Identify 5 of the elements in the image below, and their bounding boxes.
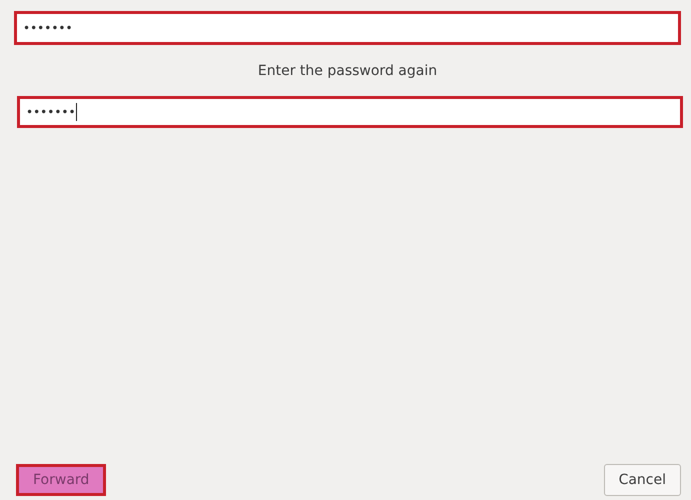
text-cursor <box>76 103 77 121</box>
field-label: Enter the password again <box>256 63 438 79</box>
password-field[interactable]: ••••••• <box>17 96 683 128</box>
cancel-button[interactable]: Cancel <box>604 464 681 496</box>
password-field[interactable]: ••••••• <box>14 11 681 45</box>
